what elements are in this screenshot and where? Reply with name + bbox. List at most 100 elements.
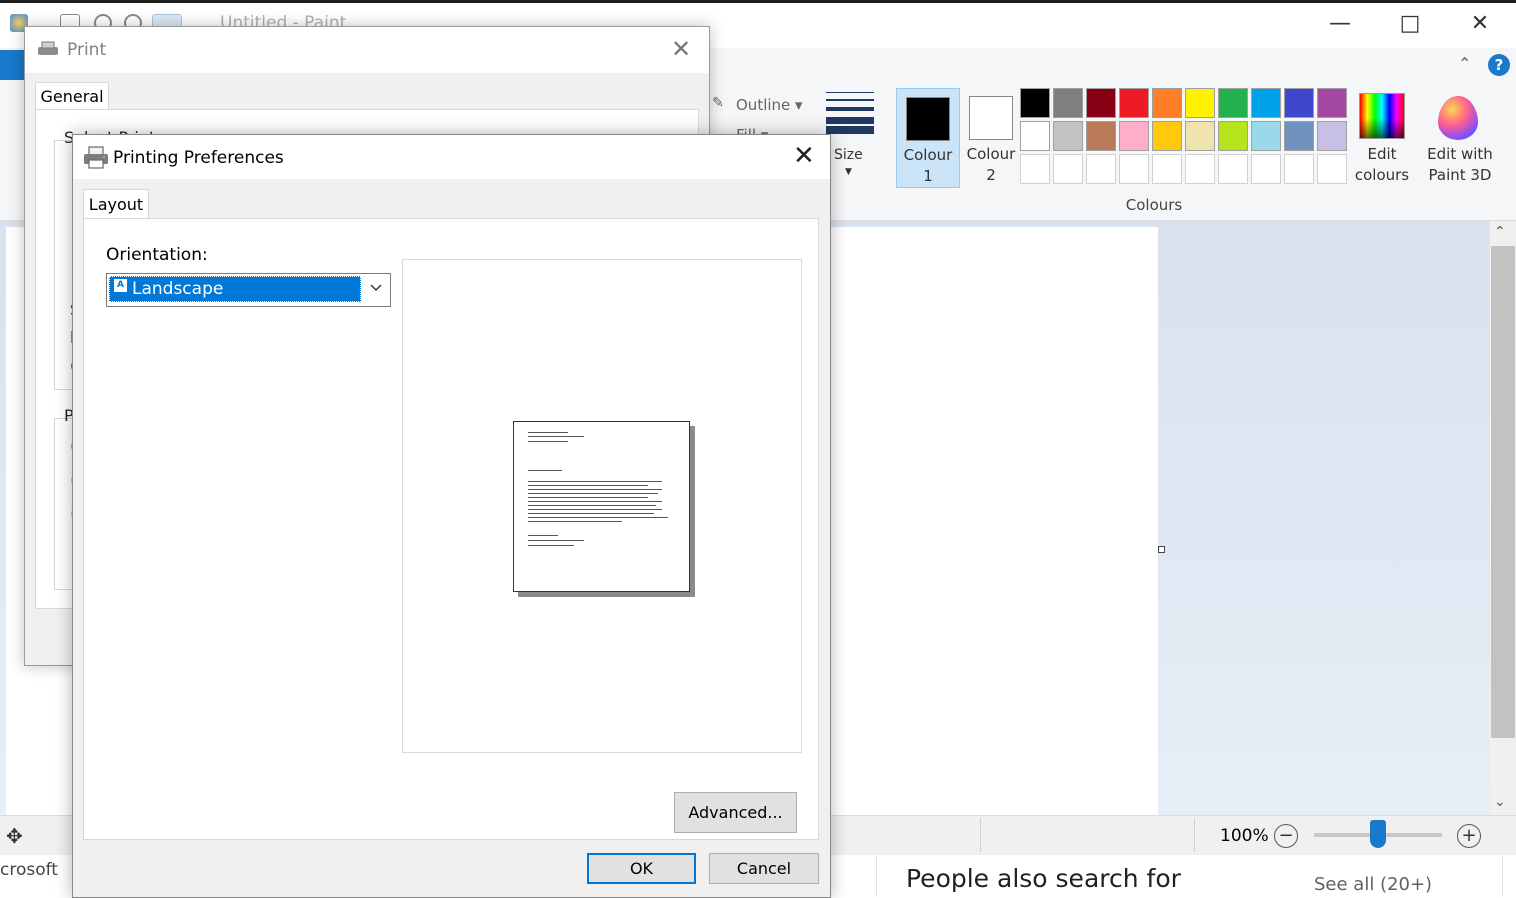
palette-swatch[interactable] [1086, 121, 1116, 151]
preview-text-line [528, 470, 562, 471]
palette-swatch[interactable] [1251, 121, 1281, 151]
palette-swatch[interactable] [1086, 88, 1116, 118]
colour2-swatch [969, 96, 1013, 140]
palette-swatch[interactable] [1119, 88, 1149, 118]
orientation-dropdown[interactable]: A Landscape [106, 273, 391, 307]
palette-empty-slot[interactable] [1086, 154, 1116, 184]
palette-empty-slot[interactable] [1053, 154, 1083, 184]
close-icon[interactable]: ✕ [793, 141, 815, 171]
zoom-slider-thumb[interactable] [1370, 820, 1386, 848]
palette-swatch[interactable] [1053, 121, 1083, 151]
colour1-swatch [906, 97, 950, 141]
palette-swatch[interactable] [1119, 121, 1149, 151]
orientation-value: Landscape [132, 279, 224, 299]
size-dropdown-arrow[interactable]: ▼ [845, 167, 852, 177]
print-dialog-titlebar: Print ✕ [25, 27, 709, 73]
preview-text-line [528, 509, 662, 510]
printer-icon [38, 41, 58, 55]
zoom-out-icon[interactable]: − [1274, 824, 1298, 848]
colour-palette [1020, 88, 1352, 188]
page-preview [402, 259, 802, 753]
preview-text-line [528, 497, 648, 498]
edit-colours-button[interactable]: Edit colours [1354, 88, 1410, 186]
minimize-button[interactable]: — [1310, 8, 1370, 40]
palette-empty-slot[interactable] [1284, 154, 1314, 184]
collapse-ribbon-icon[interactable]: ⌃ [1458, 54, 1471, 73]
zoom-in-icon[interactable]: + [1457, 824, 1481, 848]
palette-empty-slot[interactable] [1020, 154, 1050, 184]
colour2-button[interactable]: Colour 2 [960, 88, 1022, 186]
tab-general[interactable]: General [35, 82, 109, 111]
preview-text-line [528, 441, 568, 442]
colour-spectrum-icon [1359, 93, 1405, 139]
palette-empty-slot[interactable] [1317, 154, 1347, 184]
palette-empty-slot[interactable] [1218, 154, 1248, 184]
palette-swatch[interactable] [1185, 88, 1215, 118]
palette-swatch[interactable] [1284, 88, 1314, 118]
palette-swatch[interactable] [1020, 121, 1050, 151]
preview-text-line [528, 521, 622, 522]
ok-button[interactable]: OK [587, 853, 696, 884]
status-separator [980, 818, 981, 852]
print-dialog-title: Print [67, 40, 107, 60]
palette-swatch[interactable] [1317, 88, 1347, 118]
size-label[interactable]: Size [834, 147, 863, 163]
maximize-button[interactable]: □ [1380, 8, 1440, 40]
chevron-down-icon[interactable] [369, 280, 383, 294]
status-separator [1194, 818, 1195, 852]
help-icon[interactable]: ? [1488, 54, 1510, 76]
file-tab[interactable] [0, 50, 24, 80]
layout-panel: Orientation: A Landscape Advanced... [83, 218, 819, 840]
preview-text-line [528, 535, 558, 536]
preview-text-line [528, 489, 662, 490]
edit-colours-label: Edit [1367, 145, 1397, 163]
palette-empty-slot[interactable] [1251, 154, 1281, 184]
preview-text-line [528, 485, 648, 486]
palette-empty-slot[interactable] [1119, 154, 1149, 184]
palette-swatch[interactable] [1251, 88, 1281, 118]
palette-empty-slot[interactable] [1185, 154, 1215, 184]
outline-dropdown[interactable]: Outline ▾ [736, 96, 803, 114]
advanced-button[interactable]: Advanced... [674, 792, 797, 833]
see-all-link[interactable]: See all (20+) [1314, 874, 1432, 895]
preview-text-line [528, 432, 568, 433]
palette-swatch[interactable] [1218, 121, 1248, 151]
preferences-title: Printing Preferences [113, 148, 284, 168]
scroll-up-icon[interactable]: ⌃ [1494, 224, 1506, 240]
microsoft-text-fragment: crosoft [0, 860, 58, 880]
edit-with-paint3d-button[interactable]: Edit with Paint 3D [1424, 88, 1496, 186]
colour1-number: 1 [923, 167, 933, 185]
colour1-button[interactable]: Colour 1 [896, 88, 960, 188]
preview-text-line [528, 481, 662, 482]
paint3d-icon [1438, 96, 1478, 140]
scrollbar-thumb[interactable] [1491, 246, 1515, 738]
preview-text-line [528, 501, 662, 502]
palette-swatch[interactable] [1020, 88, 1050, 118]
palette-empty-slot[interactable] [1152, 154, 1182, 184]
tab-layout[interactable]: Layout [83, 189, 149, 220]
zoom-level: 100% [1220, 826, 1269, 846]
canvas-resize-handle[interactable] [1158, 546, 1165, 553]
outline-icon: ✎ [712, 95, 724, 111]
close-icon[interactable]: ✕ [671, 35, 691, 63]
palette-swatch[interactable] [1218, 88, 1248, 118]
palette-swatch[interactable] [1053, 88, 1083, 118]
preview-text-line [528, 493, 658, 494]
palette-swatch[interactable] [1152, 121, 1182, 151]
colour2-number: 2 [986, 166, 996, 184]
cancel-button[interactable]: Cancel [709, 853, 819, 884]
colour2-label: Colour [966, 145, 1016, 163]
palette-swatch[interactable] [1185, 121, 1215, 151]
browser-tab-strip [0, 0, 1516, 3]
preview-text-line [528, 545, 574, 546]
close-window-button[interactable]: ✕ [1450, 8, 1510, 40]
scroll-down-icon[interactable]: ⌄ [1494, 794, 1506, 810]
paint3d-label-2: Paint 3D [1428, 166, 1492, 184]
printer-icon [84, 146, 108, 169]
orientation-selected-value[interactable]: A Landscape [109, 276, 361, 302]
preview-page [513, 421, 690, 592]
colours-group-label: Colours [1125, 196, 1183, 214]
palette-swatch[interactable] [1152, 88, 1182, 118]
palette-swatch[interactable] [1284, 121, 1314, 151]
palette-swatch[interactable] [1317, 121, 1347, 151]
